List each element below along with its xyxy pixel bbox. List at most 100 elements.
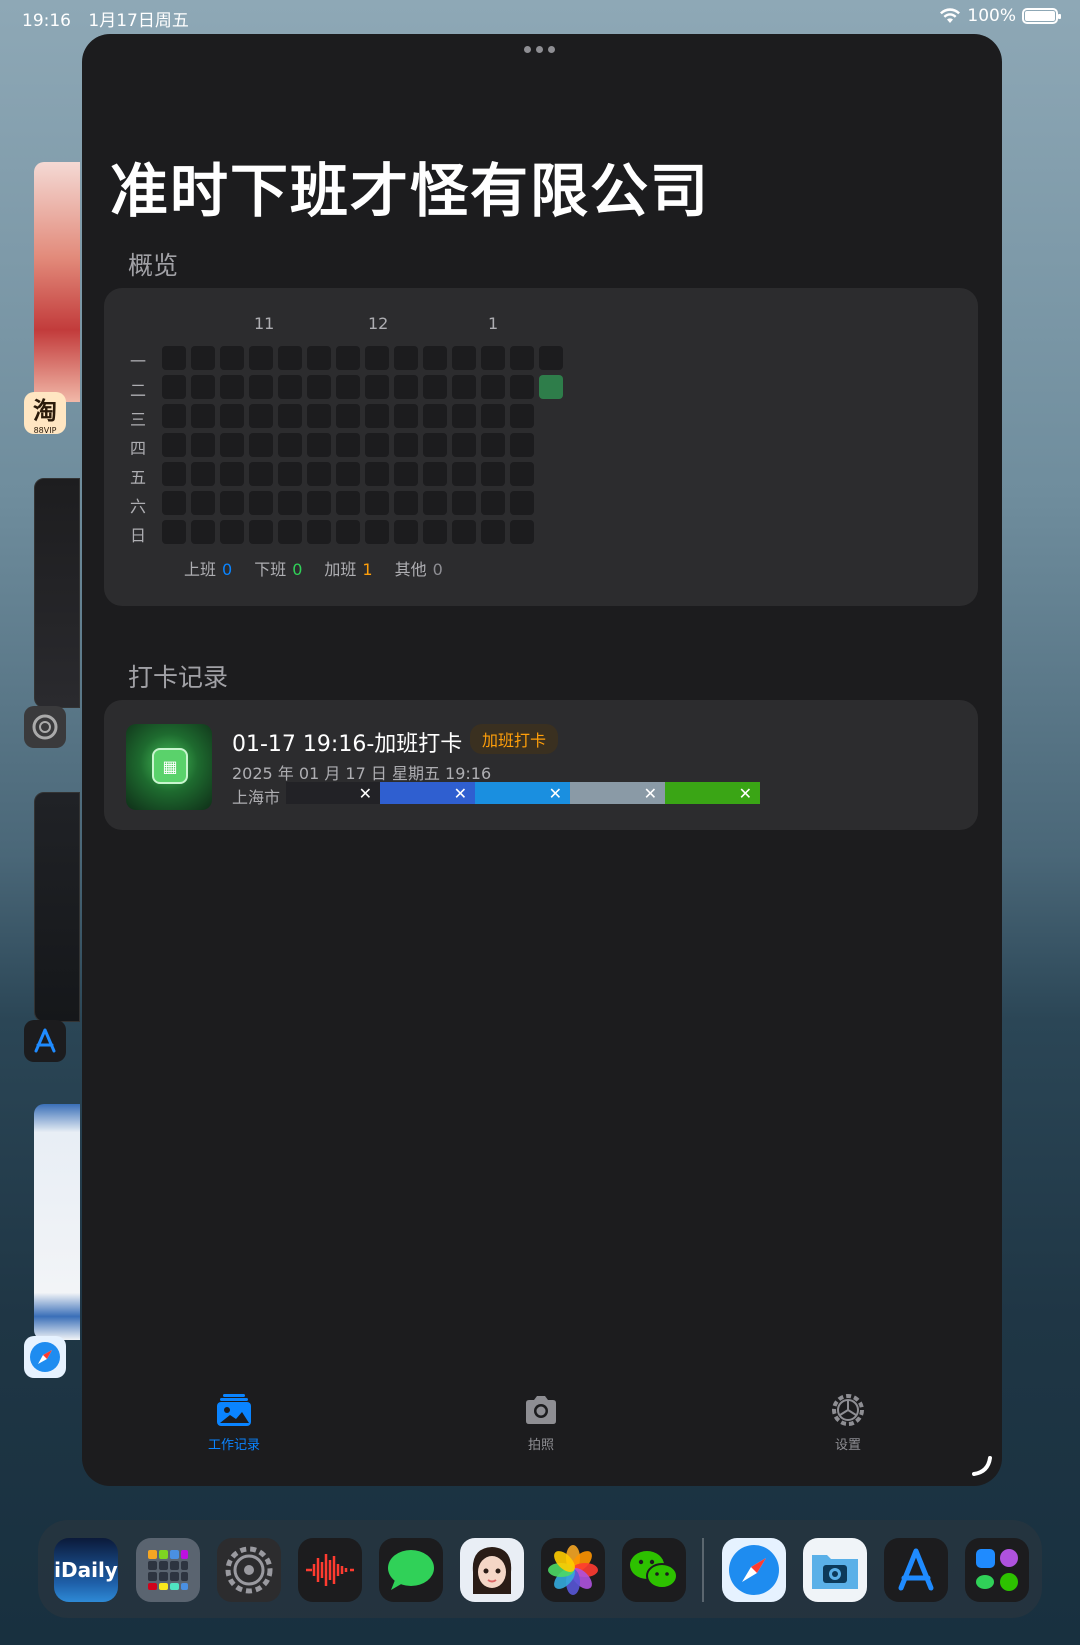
camera-folder-icon [812, 1555, 858, 1589]
heatmap-day-cell [191, 520, 215, 544]
tab-work-records[interactable]: 工作记录 [174, 1392, 294, 1453]
dock-app-idaily[interactable]: iDaily [54, 1538, 118, 1602]
app-grid-icon [148, 1550, 188, 1590]
side-window-taobao[interactable] [34, 162, 80, 402]
heatmap-day-cell [249, 433, 273, 457]
heatmap-day-cell [481, 375, 505, 399]
legend: 上班 0 下班 0 加班 1 其他 0 [184, 556, 443, 580]
camera-icon [526, 1396, 556, 1424]
heatmap-day-cell [365, 462, 389, 486]
dock-app-photos[interactable] [541, 1538, 605, 1602]
page-title: 准时下班才怪有限公司 [110, 157, 711, 225]
heatmap-day-cell [307, 375, 331, 399]
dock-app-voice-memos[interactable] [298, 1538, 362, 1602]
record-card[interactable]: ▦ 01-17 19:16-加班打卡 加班打卡 2025 年 01 月 17 日… [104, 700, 978, 830]
heatmap-day-cell [278, 520, 302, 544]
app-window: 准时下班才怪有限公司 概览 11 12 1 一 二 三 四 五 六 日 上班 0 … [82, 34, 1002, 1486]
legend-label: 其他 [394, 560, 427, 579]
side-window-safari[interactable] [34, 1104, 80, 1340]
heatmap-day-cell [423, 520, 447, 544]
heatmap-day-cell [307, 520, 331, 544]
weekday-label: 五 [130, 468, 147, 487]
heatmap-day-cell [162, 520, 186, 544]
safari-icon[interactable] [24, 1336, 66, 1378]
heatmap-day-cell [249, 462, 273, 486]
dock-app-avatar[interactable] [460, 1538, 524, 1602]
heatmap-day-cell [162, 404, 186, 428]
dock-app-wechat[interactable] [622, 1538, 686, 1602]
weekday-label: 日 [130, 526, 147, 545]
month-label: 1 [488, 314, 499, 333]
heatmap-day-cell [510, 375, 534, 399]
tab-settings[interactable]: 设置 [788, 1392, 908, 1453]
record-photo-thumbnail[interactable]: ▦ [126, 724, 212, 810]
settings-gear-icon [225, 1546, 273, 1594]
heatmap-day-cell [336, 491, 360, 515]
overtime-badge: 加班打卡 [470, 724, 559, 754]
month-label: 11 [254, 314, 275, 333]
overview-heading: 概览 [128, 251, 179, 280]
dock-app-messages[interactable] [379, 1538, 443, 1602]
heatmap-day-cell [162, 462, 186, 486]
heatmap-day-cell [423, 433, 447, 457]
legend-value: 0 [432, 560, 443, 579]
resize-handle-icon[interactable] [970, 1454, 994, 1478]
dock-app-settings[interactable] [217, 1538, 281, 1602]
heatmap-day-cell [452, 520, 476, 544]
heatmap-day-cell [539, 375, 563, 399]
weekday-label: 三 [130, 410, 147, 429]
heatmap-day-cell [394, 375, 418, 399]
dock-app-camera-folder[interactable] [803, 1538, 867, 1602]
side-window-appstore[interactable] [34, 792, 80, 1022]
heatmap-day-cell [365, 375, 389, 399]
dock-app-launcher[interactable] [136, 1538, 200, 1602]
dock-app-appstore[interactable] [884, 1538, 948, 1602]
legend-item-overtime: 加班 1 [324, 556, 372, 580]
heatmap-day-cell [162, 433, 186, 457]
weekday-label: 四 [130, 439, 147, 458]
side-window-settings[interactable] [34, 478, 80, 708]
recent-apps-grid-icon [976, 1549, 1018, 1591]
heatmap-day-cell [307, 404, 331, 428]
battery-percent: 100% [967, 6, 1016, 26]
idaily-label: iDaily [54, 1558, 118, 1582]
tab-camera[interactable]: 拍照 [481, 1392, 601, 1453]
dock-app-recent-folder[interactable] [965, 1538, 1029, 1602]
heatmap-day-cell [452, 346, 476, 370]
heatmap-day-cell [452, 462, 476, 486]
heatmap-day-cell [191, 404, 215, 428]
photos-flower-icon [548, 1545, 598, 1595]
settings-app-icon[interactable] [24, 706, 66, 748]
heatmap-day-cell [249, 520, 273, 544]
heatmap-day-cell [220, 491, 244, 515]
heatmap-day-cell [307, 346, 331, 370]
weekday-label: 二 [130, 381, 147, 400]
weekday-label: 一 [130, 352, 147, 371]
status-date: 1月17日周五 [88, 11, 189, 31]
gear-icon [832, 1394, 864, 1426]
tab-label: 工作记录 [207, 1438, 260, 1453]
heatmap-day-cell [481, 346, 505, 370]
dock-app-safari[interactable] [722, 1538, 786, 1602]
dock: iDaily [38, 1520, 1042, 1618]
heatmap-day-cell [452, 491, 476, 515]
overview-card: 11 12 1 一 二 三 四 五 六 日 上班 0 下班 0 加班 1 其他 0 [104, 288, 978, 606]
heatmap-day-cell [365, 491, 389, 515]
heatmap-day-cell [278, 346, 302, 370]
records-heading: 打卡记录 [128, 663, 229, 692]
taobao-icon[interactable]: 淘 88VIP [24, 392, 66, 435]
taobao-badge: 88VIP [33, 426, 57, 435]
status-bar-right: 100% [939, 6, 1061, 26]
window-menu-dots[interactable] [524, 46, 555, 53]
heatmap-day-cell [452, 404, 476, 428]
heatmap-day-cell [336, 375, 360, 399]
legend-item-work-start: 上班 0 [184, 556, 232, 580]
appstore-icon[interactable] [24, 1020, 66, 1062]
heatmap-day-cell [162, 346, 186, 370]
heatmap-day-cell [249, 375, 273, 399]
heatmap-day-cell [278, 433, 302, 457]
tab-label: 设置 [834, 1438, 861, 1453]
wifi-icon [940, 8, 961, 23]
heatmap-day-cell [365, 346, 389, 370]
heatmap-day-cell [191, 346, 215, 370]
